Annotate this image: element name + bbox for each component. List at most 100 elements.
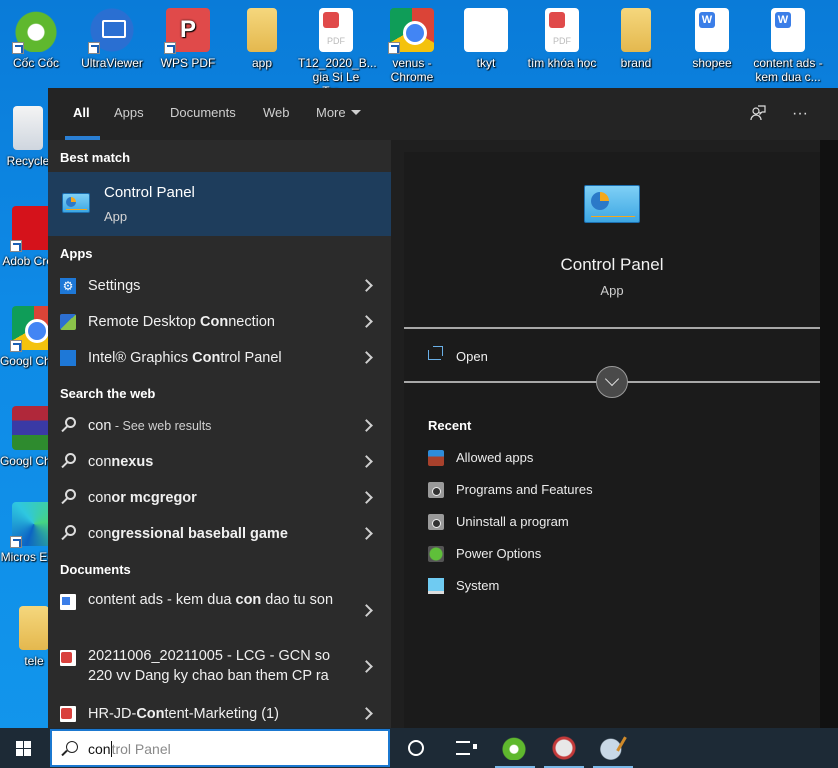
tab-more[interactable]: More	[316, 88, 361, 140]
pdf-file-icon	[319, 8, 353, 52]
web-result-con[interactable]: con - See web results	[48, 408, 391, 444]
web-result-connexus[interactable]: connexus	[48, 444, 391, 480]
recent-label: Uninstall a program	[456, 514, 569, 529]
tab-apps[interactable]: Apps	[114, 88, 144, 140]
result-intel-graphics[interactable]: Intel® Graphics Control Panel	[48, 340, 391, 376]
desktop-icon-wps-pdf[interactable]: WPS PDF	[150, 0, 226, 70]
ultraviewer-icon	[88, 8, 134, 54]
programs-icon	[428, 514, 444, 530]
document-result-hr-jd[interactable]: HR-JD-Content-Marketing (1)	[48, 696, 391, 732]
taskbar: control Panel	[0, 728, 838, 768]
tab-web[interactable]: Web	[263, 88, 290, 140]
section-title-best-match: Best match	[60, 150, 131, 165]
folder-icon	[621, 8, 651, 52]
shortcut-arrow-icon	[12, 42, 24, 54]
tab-all[interactable]: All	[65, 88, 100, 140]
chevron-right-icon[interactable]	[360, 604, 373, 617]
desktop-icon-brand[interactable]: brand	[598, 0, 674, 70]
desktop-icon-label: Cốc Cốc	[12, 56, 59, 70]
tab-label: More	[316, 105, 346, 120]
snipping-tool-taskbar-icon[interactable]	[552, 736, 576, 760]
results-list: Best match Control Panel App Apps ⚙ Sett…	[48, 140, 391, 730]
desktop-icon-tkyt[interactable]: tkyt	[448, 0, 524, 70]
cortana-icon[interactable]	[408, 740, 424, 756]
result-label: HR-JD-Content-Marketing (1)	[88, 706, 279, 722]
desktop-icon-tim-khoa-hoc[interactable]: tìm khóa học	[524, 0, 600, 70]
desktop-icon-content-ads[interactable]: content ads - kem dua c...	[748, 0, 828, 84]
start-button[interactable]	[0, 728, 48, 768]
preview-subtitle: App	[600, 283, 624, 298]
chevron-right-icon[interactable]	[360, 351, 373, 364]
taskbar-search-input[interactable]: control Panel	[50, 729, 390, 767]
chevron-right-icon[interactable]	[360, 491, 373, 504]
chevron-right-icon[interactable]	[360, 660, 373, 673]
word-document-icon	[60, 594, 76, 610]
remote-desktop-icon	[60, 314, 76, 330]
chrome-profile-icon	[388, 8, 434, 54]
feedback-icon[interactable]	[748, 104, 768, 124]
desktop-icon-app[interactable]: app	[224, 0, 300, 70]
desktop-icon-pdf-t12[interactable]: T12_2020_B... gia Si Le Tra...	[298, 0, 377, 98]
result-settings[interactable]: ⚙ Settings	[48, 268, 391, 304]
web-result-congressional[interactable]: congressional baseball game	[48, 516, 391, 552]
tab-documents[interactable]: Documents	[170, 88, 236, 140]
recycle-bin-icon	[13, 106, 43, 150]
control-panel-icon	[62, 193, 90, 213]
chevron-right-icon[interactable]	[360, 279, 373, 292]
preview-pane: Control Panel App Open Recent Allowed ap…	[404, 152, 820, 730]
paint-taskbar-icon[interactable]	[600, 736, 624, 760]
document-result-content-ads[interactable]: content ads - kem dua con dao tu son	[48, 584, 391, 638]
shortcut-arrow-icon	[88, 42, 100, 54]
search-tabs-bar: All Apps Documents Web More ···	[48, 88, 838, 140]
chevron-right-icon[interactable]	[360, 419, 373, 432]
shortcut-arrow-icon	[10, 340, 22, 352]
image-file-icon	[464, 8, 508, 52]
tab-label: Web	[263, 105, 290, 120]
desktop-icon-label: content ads - kem dua c...	[753, 56, 823, 84]
programs-icon	[428, 482, 444, 498]
desktop-icon-label: tkyt	[476, 56, 496, 70]
best-match-item[interactable]: Control Panel App	[48, 172, 391, 236]
control-panel-large-icon	[584, 185, 640, 223]
settings-gear-icon: ⚙	[60, 278, 76, 294]
search-icon	[65, 453, 76, 464]
result-label: Settings	[88, 278, 141, 294]
result-remote-desktop[interactable]: Remote Desktop Connection	[48, 304, 391, 340]
coccoc-taskbar-icon[interactable]	[502, 736, 526, 760]
chevron-right-icon[interactable]	[360, 315, 373, 328]
more-options-icon[interactable]: ···	[790, 104, 810, 124]
tab-label: Apps	[114, 105, 144, 120]
preview-title: Control Panel	[560, 255, 664, 274]
desktop-icon-ultraviewer[interactable]: UltraViewer	[74, 0, 150, 70]
web-result-conor-mcgregor[interactable]: conor mcgregor	[48, 480, 391, 516]
firewall-icon	[428, 450, 444, 466]
result-label: content ads - kem dua con dao tu son	[88, 592, 334, 608]
tab-label: Documents	[170, 105, 236, 120]
desktop-icon-shopee[interactable]: shopee	[674, 0, 750, 70]
system-icon	[428, 578, 444, 594]
folder-icon	[247, 8, 277, 52]
shortcut-arrow-icon	[164, 42, 176, 54]
expand-chevron-button[interactable]	[596, 366, 628, 398]
search-icon	[65, 417, 76, 428]
chevron-right-icon[interactable]	[360, 455, 373, 468]
result-label: con - See web results	[88, 418, 212, 434]
intel-graphics-icon	[60, 350, 76, 366]
search-query: control Panel	[88, 741, 171, 757]
word-file-icon	[771, 8, 805, 52]
recent-label: Power Options	[456, 546, 542, 561]
result-label: conor mcgregor	[88, 490, 197, 506]
chevron-right-icon[interactable]	[360, 707, 373, 720]
document-result-lcg[interactable]: 20211006_20211005 - LCG - GCN so 220 vv …	[48, 640, 391, 694]
desktop-icon-label: tìm khóa học	[527, 56, 597, 70]
section-title-apps: Apps	[60, 246, 93, 261]
desktop-icon-coccoc[interactable]: Cốc Cốc	[0, 0, 74, 70]
chevron-right-icon[interactable]	[360, 527, 373, 540]
caret-down-icon	[350, 110, 361, 115]
shortcut-arrow-icon	[10, 536, 22, 548]
section-title-web: Search the web	[60, 386, 156, 401]
task-view-icon[interactable]	[456, 741, 477, 755]
desktop-icon-venus-chrome[interactable]: venus - Chrome	[374, 0, 450, 84]
result-label: 20211006_20211005 - LCG - GCN so 220 vv …	[88, 648, 331, 684]
best-match-name: Control Panel	[104, 184, 195, 201]
